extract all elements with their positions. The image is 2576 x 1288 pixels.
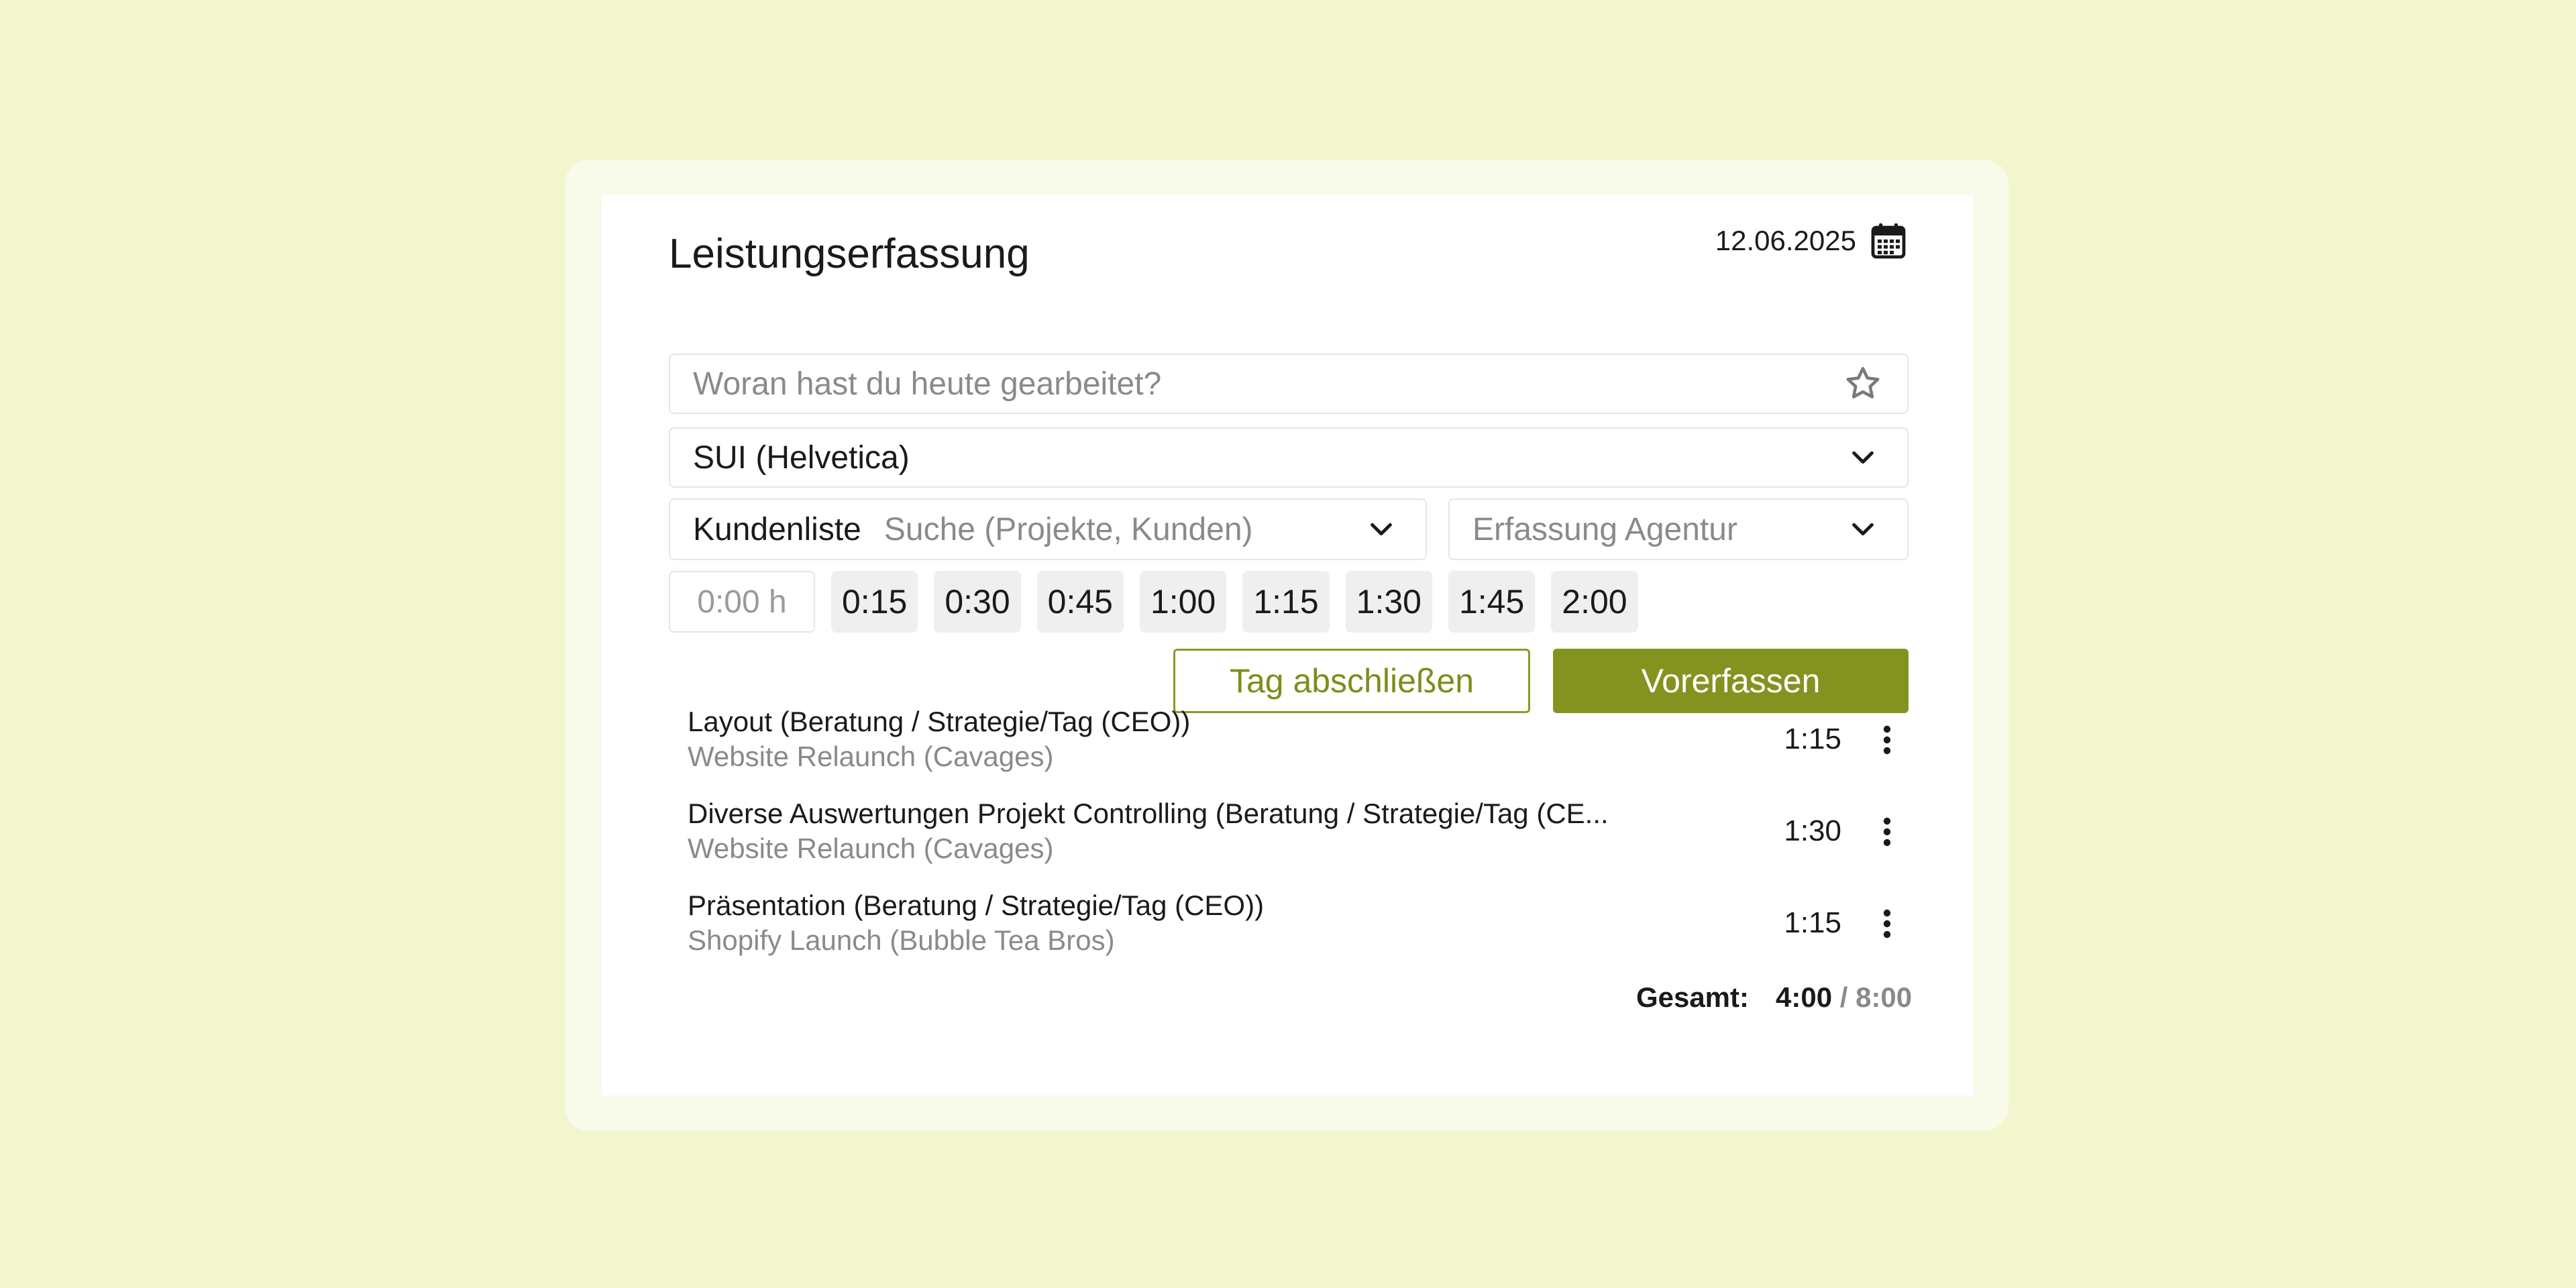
description-placeholder: Woran hast du heute gearbeitet? [693, 366, 1162, 402]
customer-list-label: Kundenliste [693, 511, 861, 547]
chevron-down-icon [1843, 509, 1883, 549]
list-item[interactable]: Präsentation (Beratung / Strategie/Tag (… [688, 889, 1909, 981]
entry-name: Diverse Auswertungen Projekt Controlling… [688, 798, 1609, 829]
total-label: Gesamt: [1635, 981, 1749, 1013]
description-input[interactable]: Woran hast du heute gearbeitet? [669, 354, 1909, 414]
prerecord-button[interactable]: Vorerfassen [1553, 649, 1909, 713]
entry-project: Website Relaunch (Cavages) [688, 833, 1054, 864]
widget-frame: Leistungserfassung 12.06.2025 Woran hast… [565, 160, 2008, 1131]
chevron-down-icon [1361, 509, 1401, 549]
selected-date: 12.06.2025 [1715, 225, 1856, 256]
entry-name: Layout (Beratung / Strategie/Tag (CEO)) [688, 706, 1191, 737]
duration-chip[interactable]: 1:15 [1242, 571, 1330, 633]
close-day-button[interactable]: Tag abschließen [1173, 649, 1530, 713]
agency-select-placeholder: Erfassung Agentur [1472, 511, 1737, 547]
calendar-icon[interactable] [1871, 222, 1906, 260]
entry-project: Shopify Launch (Bubble Tea Bros) [688, 924, 1115, 956]
entry-duration: 1:15 [1784, 906, 1841, 939]
duration-chip[interactable]: 0:45 [1036, 571, 1124, 633]
date-picker[interactable]: 12.06.2025 [1715, 221, 1906, 261]
customer-select[interactable]: Kundenliste Suche (Projekte, Kunden) [669, 498, 1427, 560]
total-value: 4:00 / 8:00 [1776, 981, 1912, 1014]
more-vertical-icon[interactable] [1874, 904, 1900, 944]
time-tracking-card: Leistungserfassung 12.06.2025 Woran hast… [602, 195, 1973, 1095]
entry-project: Website Relaunch (Cavages) [688, 741, 1054, 772]
hours-input[interactable]: 0:00 h [669, 571, 815, 633]
list-item[interactable]: Diverse Auswertungen Projekt Controlling… [688, 797, 1909, 889]
more-vertical-icon[interactable] [1874, 720, 1900, 760]
duration-chip[interactable]: 0:30 [934, 571, 1021, 633]
duration-chip[interactable]: 1:45 [1448, 571, 1536, 633]
total-current: 4:00 [1776, 981, 1833, 1013]
duration-chip[interactable]: 2:00 [1551, 571, 1638, 633]
entry-duration: 1:30 [1784, 814, 1841, 847]
duration-chip[interactable]: 1:00 [1139, 571, 1227, 633]
chevron-down-icon [1843, 437, 1883, 478]
more-vertical-icon[interactable] [1874, 812, 1900, 852]
entry-list: Layout (Beratung / Strategie/Tag (CEO)) … [688, 705, 1909, 981]
duration-chip[interactable]: 1:30 [1345, 571, 1432, 633]
star-icon[interactable] [1843, 364, 1883, 404]
page-title: Leistungserfassung [669, 231, 1030, 277]
total-target: 8:00 [1856, 981, 1913, 1013]
duration-row: 0:00 h 0:15 0:30 0:45 1:00 1:15 1:30 1:4… [669, 571, 1638, 633]
duration-chip[interactable]: 0:15 [831, 571, 918, 633]
font-select-value: SUI (Helvetica) [693, 439, 910, 476]
list-item[interactable]: Layout (Beratung / Strategie/Tag (CEO)) … [688, 705, 1909, 797]
total-separator: / [1832, 981, 1856, 1013]
agency-select[interactable]: Erfassung Agentur [1448, 498, 1909, 560]
customer-search-placeholder: Suche (Projekte, Kunden) [883, 511, 1253, 547]
entry-duration: 1:15 [1784, 722, 1841, 755]
entry-name: Präsentation (Beratung / Strategie/Tag (… [688, 890, 1265, 921]
font-select[interactable]: SUI (Helvetica) [669, 427, 1909, 488]
